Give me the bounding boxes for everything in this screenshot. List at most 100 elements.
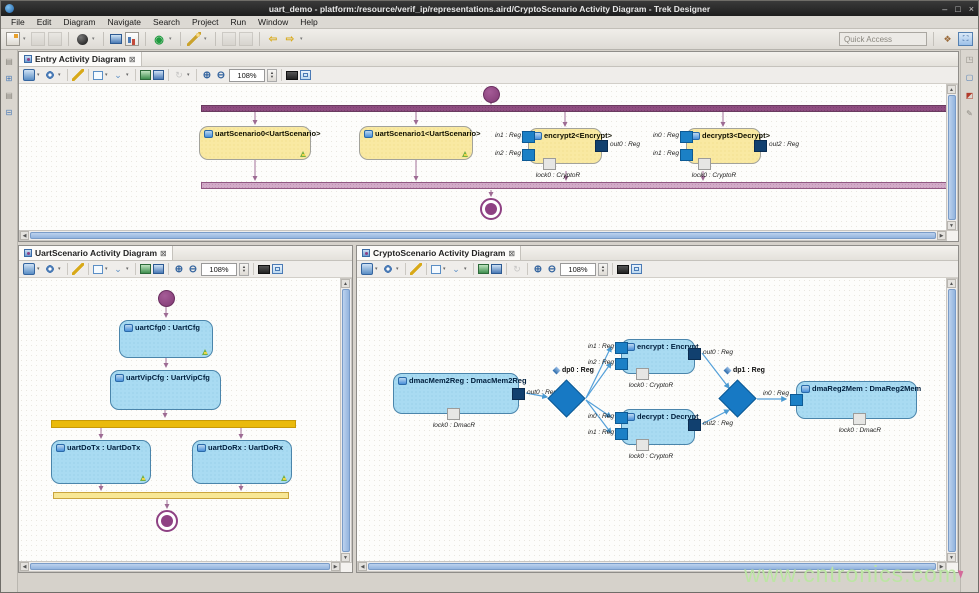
generate-dropdown-icon[interactable]: ▾ — [204, 36, 209, 42]
problems-view-icon[interactable]: ◩ — [964, 90, 976, 101]
node-uartVipCfg[interactable]: uartVipCfg : UartVipCfg — [110, 370, 221, 410]
menu-project[interactable]: Project — [186, 17, 224, 27]
connector-dropdown-icon[interactable]: ▾ — [464, 266, 469, 272]
uart-horizontal-scrollbar[interactable]: ◀ ▶ — [19, 561, 341, 572]
shape-tool-icon[interactable] — [93, 265, 103, 274]
export-image-icon[interactable] — [478, 264, 489, 274]
model-explorer-icon[interactable]: ⊞ — [3, 73, 15, 84]
save-icon[interactable] — [31, 32, 45, 46]
menu-window[interactable]: Window — [252, 17, 294, 27]
uart-canvas[interactable]: uartCfg0 : UartCfg uartVipCfg : UartVipC… — [19, 278, 341, 563]
entry-vertical-scrollbar[interactable]: ▲ ▼ — [946, 84, 958, 231]
generate-icon[interactable] — [187, 32, 201, 46]
scroll-up-icon[interactable]: ▲ — [341, 279, 350, 288]
zoom-in-icon[interactable]: ⊕ — [201, 69, 213, 81]
close-button[interactable]: × — [969, 4, 974, 14]
refresh-wand-icon[interactable] — [72, 69, 84, 81]
properties-view-icon[interactable]: ✎ — [964, 108, 976, 119]
console-icon[interactable] — [110, 34, 122, 44]
entry-horizontal-scrollbar[interactable]: ◀ ▶ — [19, 230, 947, 241]
minimize-button[interactable]: – — [942, 4, 947, 14]
arrange-dropdown-icon[interactable]: ▾ — [396, 266, 401, 272]
refresh-dropdown-icon[interactable]: ▾ — [187, 72, 192, 78]
node-encrypt[interactable]: encrypt : Encrypt in1 : Reg in2 : Reg ou… — [621, 339, 695, 374]
views-icon[interactable]: ⊟ — [3, 107, 15, 118]
join-bar[interactable] — [53, 492, 289, 499]
menu-search[interactable]: Search — [147, 17, 186, 27]
fork-bar[interactable] — [51, 420, 296, 428]
fork-bar[interactable] — [201, 105, 947, 112]
tab-close-icon[interactable]: ⊠ — [508, 249, 515, 258]
select-tool-icon[interactable] — [361, 263, 373, 275]
pin-in0[interactable] — [615, 412, 628, 424]
coverage-icon[interactable] — [125, 32, 139, 46]
pin-in2[interactable] — [615, 358, 628, 370]
node-uartDoRx[interactable]: uartDoRx : UartDoRx — [192, 440, 292, 484]
pin-in1[interactable] — [522, 131, 535, 143]
connector-tool-icon[interactable]: ⌄ — [450, 263, 462, 275]
save-all-icon[interactable] — [48, 32, 62, 46]
select-dropdown-icon[interactable]: ▾ — [37, 266, 42, 272]
tab-close-icon[interactable]: ⊠ — [160, 249, 167, 258]
zoom-level-input[interactable]: 108% — [560, 263, 596, 276]
final-node[interactable] — [156, 510, 178, 532]
pin-out0[interactable] — [595, 140, 608, 152]
pin-out0[interactable] — [512, 388, 525, 400]
refresh-wand-icon[interactable] — [410, 263, 422, 275]
node-uartCfg0[interactable]: uartCfg0 : UartCfg — [119, 320, 213, 358]
open-perspective-icon[interactable]: ❖ — [940, 32, 955, 46]
grid-icon[interactable] — [272, 264, 283, 274]
snapshot-icon[interactable] — [258, 265, 270, 274]
scroll-left-icon[interactable]: ◀ — [358, 562, 367, 571]
arrange-icon[interactable] — [44, 69, 56, 81]
select-dropdown-icon[interactable]: ▾ — [37, 72, 42, 78]
pin-in0[interactable] — [790, 394, 803, 406]
select-tool-icon[interactable] — [23, 69, 35, 81]
refresh-icon[interactable]: ↻ — [511, 263, 523, 275]
node-uartScenario1[interactable]: uartScenario1<UartScenario> — [359, 126, 473, 160]
select-tool-icon[interactable] — [23, 263, 35, 275]
scroll-left-icon[interactable]: ◀ — [20, 562, 29, 571]
zoom-in-icon[interactable]: ⊕ — [532, 263, 544, 275]
node-uartDoTx[interactable]: uartDoTx : UartDoTx — [51, 440, 151, 484]
print-icon[interactable] — [153, 70, 164, 80]
zoom-spinner[interactable]: ▲▼ — [239, 263, 249, 276]
scroll-up-icon[interactable]: ▲ — [947, 279, 956, 288]
refresh-wand-icon[interactable] — [72, 263, 84, 275]
initial-node[interactable] — [158, 290, 175, 307]
menu-diagram[interactable]: Diagram — [57, 17, 101, 27]
crypto-canvas[interactable]: dmacMem2Reg : DmacMem2Reg out0 : Reg loc… — [357, 278, 947, 563]
new-wizard-icon[interactable] — [6, 32, 20, 46]
pin-in2[interactable] — [522, 149, 535, 161]
restore-view-icon[interactable]: ◳ — [964, 54, 976, 65]
node-encrypt2[interactable]: encrypt2<Encrypt> in1 : Reg in2 : Reg ou… — [528, 128, 602, 164]
debug-icon[interactable] — [222, 32, 236, 46]
connector-dropdown-icon[interactable]: ▾ — [126, 72, 131, 78]
export-image-icon[interactable] — [140, 70, 151, 80]
final-node[interactable] — [480, 198, 502, 220]
connector-dropdown-icon[interactable]: ▾ — [126, 266, 131, 272]
print-icon[interactable] — [153, 264, 164, 274]
modeling-perspective-icon[interactable]: ⛶ — [958, 32, 973, 46]
zoom-out-icon[interactable]: ⊖ — [215, 69, 227, 81]
arrange-icon[interactable] — [44, 263, 56, 275]
zoom-spinner[interactable]: ▲▼ — [598, 263, 608, 276]
menu-help[interactable]: Help — [294, 17, 323, 27]
zoom-out-icon[interactable]: ⊖ — [187, 263, 199, 275]
profile-icon[interactable] — [239, 32, 253, 46]
select-dropdown-icon[interactable]: ▾ — [375, 266, 380, 272]
scroll-left-icon[interactable]: ◀ — [20, 231, 29, 240]
grid-icon[interactable] — [300, 70, 311, 80]
shape-dropdown-icon[interactable]: ▾ — [105, 72, 110, 78]
back-icon[interactable]: ⇦ — [266, 32, 280, 46]
shape-dropdown-icon[interactable]: ▾ — [105, 266, 110, 272]
arrange-dropdown-icon[interactable]: ▾ — [58, 72, 63, 78]
pin-in1[interactable] — [615, 342, 628, 354]
connector-tool-icon[interactable]: ⌄ — [112, 69, 124, 81]
zoom-in-icon[interactable]: ⊕ — [173, 263, 185, 275]
menu-edit[interactable]: Edit — [31, 17, 58, 27]
pin-lock0[interactable] — [853, 413, 866, 425]
pin-out2[interactable] — [688, 419, 701, 431]
run-icon[interactable]: ◉ — [152, 32, 166, 46]
maximize-button[interactable]: □ — [955, 4, 960, 14]
